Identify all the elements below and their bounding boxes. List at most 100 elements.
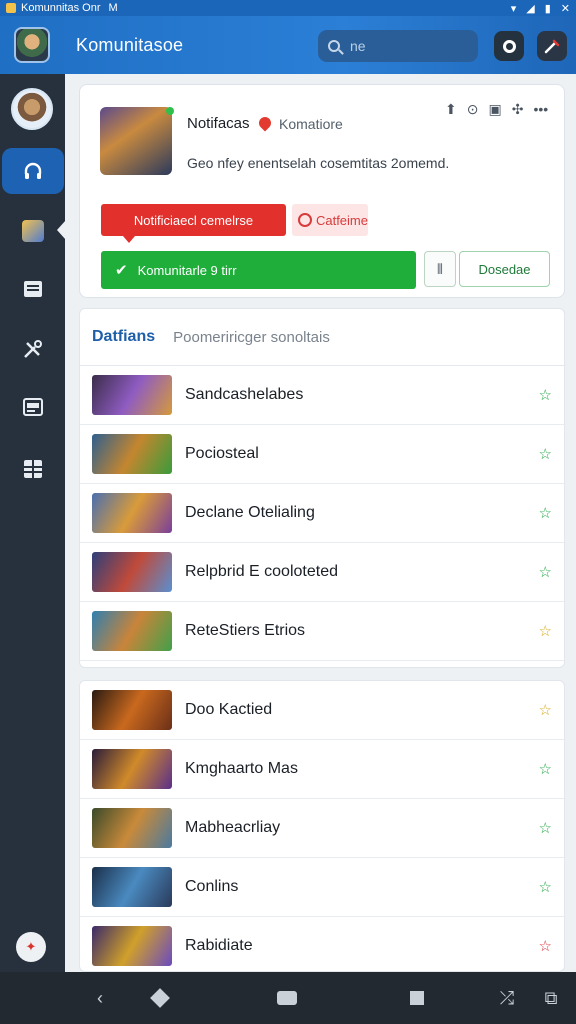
favorite-star-icon[interactable]: ☆ (539, 937, 552, 955)
search-input[interactable]: ne (318, 30, 478, 62)
community-join-label: Komunitarle 9 tirr (137, 262, 237, 278)
list-item[interactable]: Relpbrid E cooloteted ☆ (80, 543, 566, 602)
close-icon[interactable]: ✕ (561, 2, 570, 15)
headphones-icon (24, 162, 42, 179)
list-item-label: Conlins (185, 878, 239, 895)
edit-button[interactable] (537, 31, 567, 61)
favorite-star-icon[interactable]: ☆ (539, 504, 552, 522)
game-thumbnail[interactable] (92, 493, 172, 533)
options-button[interactable]: ⫴ (424, 251, 456, 287)
sidebar: ✦ (0, 74, 66, 972)
sidebar-item-media[interactable] (0, 384, 65, 430)
circle-dot-icon[interactable]: ⊙ (467, 101, 479, 118)
media-icon (22, 398, 43, 416)
game-thumbnail[interactable] (92, 749, 172, 789)
alert-button[interactable]: ✦ (16, 932, 46, 962)
game-thumbnail[interactable] (92, 926, 172, 966)
list-item-label: Doo Kactied (185, 701, 273, 718)
favorite-star-icon[interactable]: ☆ (539, 760, 552, 778)
game-thumbnail[interactable] (92, 808, 172, 848)
favorite-star-icon[interactable]: ☆ (539, 563, 552, 581)
notification-description: Geo nfey enentselah cosemtitas 2omemd. (187, 155, 450, 171)
game-icon (21, 220, 44, 242)
square-icon[interactable] (408, 986, 426, 1010)
tab-active[interactable]: Datfians (92, 328, 155, 346)
favorite-star-icon[interactable]: ☆ (539, 445, 552, 463)
secondary-button[interactable]: Dosedae (459, 251, 550, 287)
list-item-label: Rabidiate (185, 937, 253, 954)
bottom-nav: ‹ ⤮ ⧉ (0, 972, 576, 1024)
notification-card: Notifacas Komatiore ⬆ ⊙ ▣ ✣ ••• Geo nfey… (79, 84, 565, 298)
list-item[interactable]: Pociosteal ☆ (80, 425, 566, 484)
page-title: Komunitasoe (76, 34, 184, 55)
list-item-label: Declane Otelialing (185, 504, 315, 521)
sidebar-item-music[interactable] (2, 148, 64, 194)
status-title: Komunnitas Onr (21, 2, 101, 14)
list-item[interactable]: Rabidiate ☆ (80, 917, 566, 976)
home-icon[interactable] (276, 986, 298, 1010)
wifi-icon: ▾ (510, 2, 517, 15)
online-indicator (166, 107, 174, 115)
favorite-star-icon[interactable]: ☆ (539, 701, 552, 719)
exit-icon[interactable]: ⧉ (540, 986, 562, 1010)
list-item[interactable]: Doo Kactied ☆ (80, 681, 566, 740)
list-item[interactable]: Kmghaarto Mas ☆ (80, 740, 566, 799)
list-item[interactable]: Sandcashelabes ☆ (80, 366, 566, 425)
app-header: Komunitasoe ne (0, 16, 576, 74)
sidebar-item-tools[interactable] (0, 326, 65, 372)
game-thumbnail[interactable] (92, 611, 172, 651)
tab-other[interactable]: Poomeriricger sonoltais (173, 329, 330, 346)
clock-icon (298, 213, 312, 227)
notification-subtitle: Komatiore (279, 116, 343, 132)
list-item[interactable]: Conlins ☆ (80, 858, 566, 917)
document-icon (23, 281, 42, 297)
list-item-label: ReteStiers Etrios (185, 622, 306, 639)
list-item-label: Kmghaarto Mas (185, 760, 298, 777)
sidebar-item-docs[interactable] (0, 266, 65, 312)
tab-bar: Datfians Poomeriricger sonoltais (80, 309, 566, 366)
record-button[interactable] (494, 31, 524, 61)
list-item-label: Sandcashelabes (185, 386, 304, 403)
panel-icon[interactable]: ▣ (488, 101, 501, 118)
up-arrow-icon[interactable]: ⬆ (445, 101, 457, 118)
edit-icon (544, 39, 560, 54)
list-item-label: Mabheacrliay (185, 819, 281, 836)
notification-toolbar: ⬆ ⊙ ▣ ✣ ••• (445, 101, 548, 118)
favorite-star-icon[interactable]: ☆ (539, 878, 552, 896)
confirm-button[interactable]: Catfeime (292, 204, 368, 236)
game-thumbnail[interactable] (92, 434, 172, 474)
favorite-star-icon[interactable]: ☆ (539, 386, 552, 404)
battery-icon: ▮ (544, 2, 551, 15)
sidebar-avatar[interactable] (11, 88, 53, 130)
shuffle-icon[interactable]: ⤮ (495, 986, 519, 1010)
list-item[interactable]: Mabheacrliay ☆ (80, 799, 566, 858)
diamond-icon[interactable] (150, 986, 170, 1010)
notification-thumbnail[interactable] (100, 107, 172, 175)
list-item-label: Relpbrid E cooloteted (185, 563, 338, 580)
back-icon[interactable]: ‹ (90, 986, 110, 1010)
sidebar-item-game[interactable] (0, 208, 65, 254)
signal-icon: ◢ (526, 2, 535, 15)
tools-icon (23, 340, 42, 358)
alert-icon: ✦ (25, 939, 37, 954)
notification-action-button[interactable]: Notificiaecl cemelrse (101, 204, 286, 243)
notification-title: Notifacas (187, 115, 250, 132)
status-extra: M (108, 2, 118, 14)
search-placeholder: ne (350, 38, 366, 54)
more-icon[interactable]: ••• (533, 101, 548, 118)
check-icon: ✔ (115, 262, 128, 279)
favorite-star-icon[interactable]: ☆ (539, 622, 552, 640)
avatar[interactable] (14, 27, 50, 63)
game-thumbnail[interactable] (92, 690, 172, 730)
game-thumbnail[interactable] (92, 552, 172, 592)
confirm-label: Catfeime (315, 212, 368, 228)
list-item[interactable]: Declane Otelialing ☆ (80, 484, 566, 543)
game-thumbnail[interactable] (92, 867, 172, 907)
sidebar-item-grid[interactable] (0, 446, 65, 492)
settings-icon[interactable]: ✣ (512, 101, 524, 118)
game-thumbnail[interactable] (92, 375, 172, 415)
favorite-star-icon[interactable]: ☆ (539, 819, 552, 837)
community-join-button[interactable]: ✔ Komunitarle 9 tirr (101, 251, 416, 289)
record-icon (502, 39, 516, 53)
list-item[interactable]: ReteStiers Etrios ☆ (80, 602, 566, 661)
